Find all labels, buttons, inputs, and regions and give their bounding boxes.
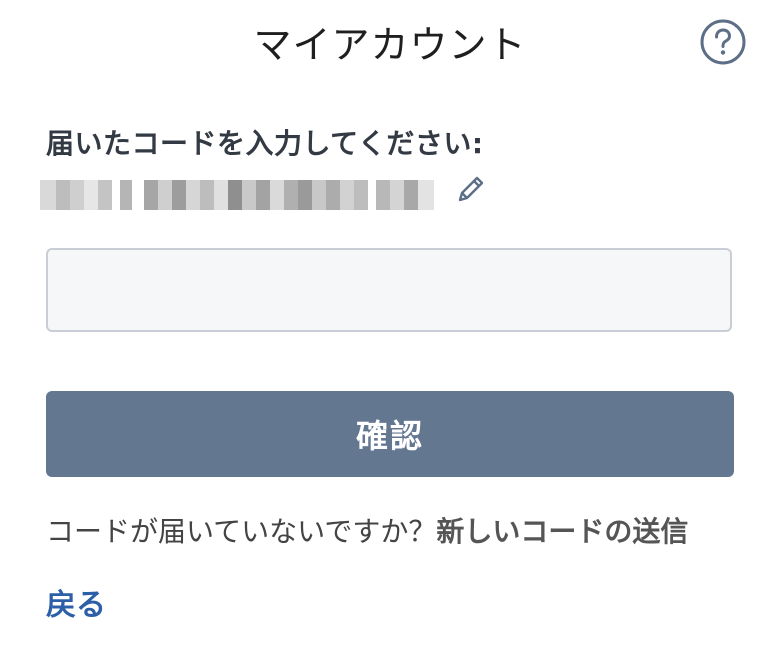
edit-email-button[interactable] [454, 172, 488, 206]
email-row [40, 172, 500, 216]
resend-question: コードが届いていないですか？ [46, 515, 437, 548]
pencil-icon [458, 176, 484, 202]
confirm-button[interactable]: 確認 [46, 391, 734, 477]
help-button[interactable] [700, 19, 746, 65]
header: マイアカウント [0, 0, 780, 80]
question-circle-icon [700, 19, 746, 65]
back-link[interactable]: 戻る [46, 580, 106, 624]
resend-row: コードが届いていないですか？新しいコードの送信 [46, 510, 688, 550]
resend-code-link[interactable]: 新しいコードの送信 [436, 515, 688, 548]
code-prompt: 届いたコードを入力してください: [46, 127, 484, 160]
masked-email [40, 180, 436, 210]
verification-code-input[interactable] [46, 248, 732, 332]
page-title: マイアカウント [253, 23, 527, 67]
